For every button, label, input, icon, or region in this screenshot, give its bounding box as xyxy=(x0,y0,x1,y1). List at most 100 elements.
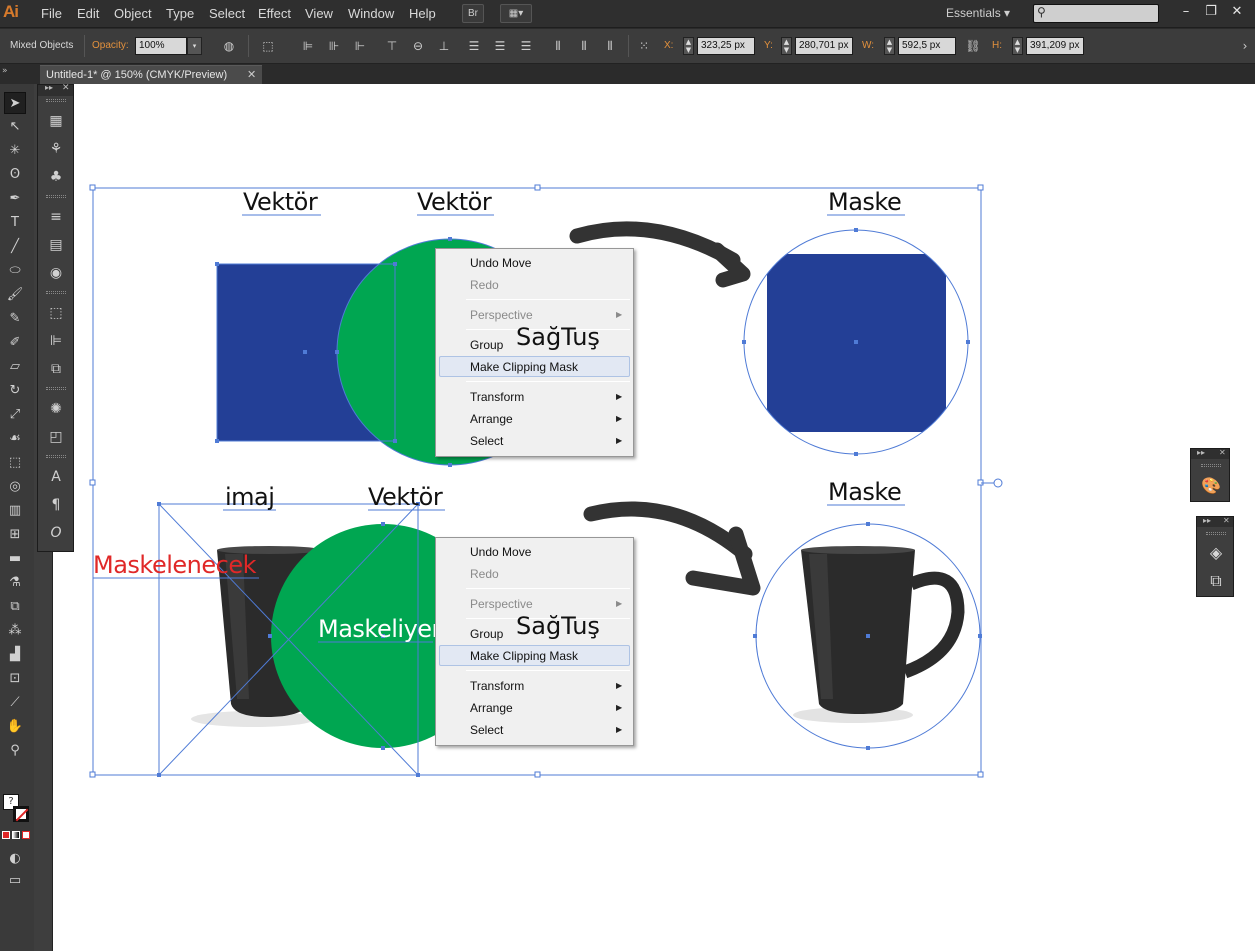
transform-panel-icon[interactable]: ⬚ xyxy=(45,302,67,324)
bridge-button[interactable]: Br xyxy=(462,4,484,23)
collapse-icon[interactable]: ▸▸ xyxy=(1203,516,1211,525)
selection-arrow-icon[interactable]: ➤ xyxy=(4,92,26,114)
shape-builder-icon[interactable]: ◎ xyxy=(4,476,26,498)
label-vektor-circle[interactable]: Vektör xyxy=(417,188,492,216)
collapse-icon[interactable]: ▸▸ xyxy=(45,83,53,92)
menu-item-make-clipping-mask[interactable]: Make Clipping Mask xyxy=(470,649,578,663)
arrange-documents-button[interactable]: ▦▾ xyxy=(500,4,532,23)
align-left-icon[interactable]: ⊫ xyxy=(300,38,316,54)
menu-item-make-clipping-mask[interactable]: Make Clipping Mask xyxy=(470,360,578,374)
menu-object[interactable]: Object xyxy=(114,6,152,21)
zoom-icon[interactable]: ⚲ xyxy=(4,740,26,762)
rotate-handle[interactable] xyxy=(993,478,1003,488)
control-panel-menu-icon[interactable]: › xyxy=(1237,38,1253,54)
panel-titlebar[interactable]: ▸▸ ✕ xyxy=(1191,448,1229,459)
width-field[interactable]: 592,5 px xyxy=(898,37,956,55)
paragraph-panel-icon[interactable]: ¶ xyxy=(45,494,67,516)
menu-effect[interactable]: Effect xyxy=(258,6,291,21)
menu-item-undo-move[interactable]: Undo Move xyxy=(470,256,531,270)
pathfinder-panel-icon[interactable]: ⧉ xyxy=(45,358,67,380)
stroke-panel-icon[interactable]: ≡ xyxy=(45,206,67,228)
menu-edit[interactable]: Edit xyxy=(77,6,99,21)
gradient-icon[interactable]: ▬ xyxy=(4,548,26,570)
collapse-icon[interactable]: ▸▸ xyxy=(1197,448,1205,457)
color-mode-buttons[interactable] xyxy=(2,831,30,841)
eraser-icon[interactable]: ▱ xyxy=(4,356,26,378)
menu-select[interactable]: Select xyxy=(209,6,245,21)
blend-icon[interactable]: ⧉ xyxy=(4,596,26,618)
close-tab-icon[interactable]: ✕ xyxy=(247,68,256,81)
magic-wand-icon[interactable]: ✳ xyxy=(4,140,26,162)
layers-icon[interactable]: ◈ xyxy=(1204,541,1228,565)
restore-button[interactable]: ❐ xyxy=(1202,4,1220,20)
align-to-icon[interactable]: ⬚ xyxy=(260,38,276,54)
pencil-icon[interactable]: ✎ xyxy=(4,308,26,330)
recolor-artwork-icon[interactable]: ◍ xyxy=(221,38,237,54)
close-icon[interactable]: ✕ xyxy=(1223,516,1230,525)
draw-mode-icon[interactable]: ◐ xyxy=(4,848,26,870)
label-imaj[interactable]: imaj xyxy=(225,483,275,511)
artboards-icon[interactable]: ⧉ xyxy=(1204,569,1228,593)
line-segment-icon[interactable]: ╱ xyxy=(4,236,26,258)
menu-item-transform[interactable]: Transform xyxy=(470,390,524,404)
workspace-switcher[interactable]: Essentials ▾ xyxy=(946,6,1010,20)
column-graph-icon[interactable]: ▟ xyxy=(4,644,26,666)
type-icon[interactable]: T xyxy=(4,212,26,234)
menu-item-group[interactable]: Group xyxy=(470,627,503,641)
palette-icon[interactable]: 🎨 xyxy=(1199,474,1223,498)
label-vektor-rect[interactable]: Vektör xyxy=(243,188,318,216)
align-panel-icon[interactable]: ⊫ xyxy=(45,330,67,352)
mesh-icon[interactable]: ⊞ xyxy=(4,524,26,546)
warp-icon[interactable]: ☙ xyxy=(4,428,26,450)
artboard-icon[interactable]: ⊡ xyxy=(4,668,26,690)
x-spinner[interactable]: ▲ ▼ xyxy=(683,37,694,55)
character-panel-icon[interactable]: A xyxy=(45,466,67,488)
gradient-button[interactable] xyxy=(12,831,20,839)
y-field[interactable]: 280,701 px xyxy=(795,37,853,55)
transparency-panel-icon[interactable]: ◉ xyxy=(45,262,67,284)
menu-item-arrange[interactable]: Arrange xyxy=(470,412,513,426)
distribute-bottom-icon[interactable]: ☰ xyxy=(518,38,534,54)
label-vektor-mask[interactable]: Vektör xyxy=(368,483,443,511)
direct-selection-icon[interactable]: ↖ xyxy=(4,116,26,138)
distribute-center-icon[interactable]: ☰ xyxy=(492,38,508,54)
close-icon[interactable]: ✕ xyxy=(62,83,70,93)
none-button[interactable] xyxy=(22,831,30,839)
image-trace-icon[interactable]: ◰ xyxy=(45,426,67,448)
distribute-left-icon[interactable]: ⫴ xyxy=(550,38,566,54)
eyedropper-icon[interactable]: ⚗ xyxy=(4,572,26,594)
menu-file[interactable]: File xyxy=(41,6,62,21)
label-maskelenecek[interactable]: Maskelenecek xyxy=(93,551,257,579)
menu-window[interactable]: Window xyxy=(348,6,394,21)
opacity-dropdown[interactable]: ▾ xyxy=(187,37,202,55)
symbol-sprayer-icon[interactable]: ⁂ xyxy=(4,620,26,642)
panel-titlebar[interactable]: ▸▸ ✕ xyxy=(1197,516,1233,527)
constrain-proportions-icon[interactable]: ⛓ xyxy=(965,38,981,54)
height-spinner[interactable]: ▲ ▼ xyxy=(1012,37,1023,55)
pen-icon[interactable]: ✒ xyxy=(4,188,26,210)
paintbrush-icon[interactable]: 🖌 xyxy=(4,284,26,306)
color-button[interactable] xyxy=(2,831,10,839)
menu-view[interactable]: View xyxy=(305,6,333,21)
x-field[interactable]: 323,25 px xyxy=(697,37,755,55)
reference-point-icon[interactable]: ⁙ xyxy=(636,38,652,54)
screen-mode-icon[interactable]: ▭ xyxy=(4,870,26,892)
artboard-canvas[interactable]: Vektör Vektör Maske imaj Vektör Maske Ma… xyxy=(53,84,1255,951)
flyout-titlebar[interactable]: ▸▸ ✕ xyxy=(38,83,73,96)
close-icon[interactable]: ✕ xyxy=(1219,448,1226,457)
distribute-right-icon[interactable]: ⫴ xyxy=(602,38,618,54)
distribute-top-icon[interactable]: ☰ xyxy=(466,38,482,54)
document-tab[interactable]: Untitled-1* @ 150% (CMYK/Preview) ✕ xyxy=(40,65,262,84)
panel-collapse-icon[interactable]: » xyxy=(2,66,8,76)
y-spinner[interactable]: ▲ ▼ xyxy=(781,37,792,55)
label-maskeliyen[interactable]: Maskeliyen xyxy=(318,615,435,643)
blob-brush-icon[interactable]: ✐ xyxy=(4,332,26,354)
opacity-field[interactable]: 100% xyxy=(135,37,187,55)
club-symbol-icon[interactable]: ♣ xyxy=(45,166,67,188)
menu-item-select[interactable]: Select xyxy=(470,723,503,737)
symbols-icon[interactable]: ⚘ xyxy=(45,138,67,160)
align-middle-icon[interactable]: ⊖ xyxy=(410,38,426,54)
menu-item-select[interactable]: Select xyxy=(470,434,503,448)
minimize-button[interactable]: – xyxy=(1177,4,1195,20)
lasso-icon[interactable]: ʘ xyxy=(4,164,26,186)
